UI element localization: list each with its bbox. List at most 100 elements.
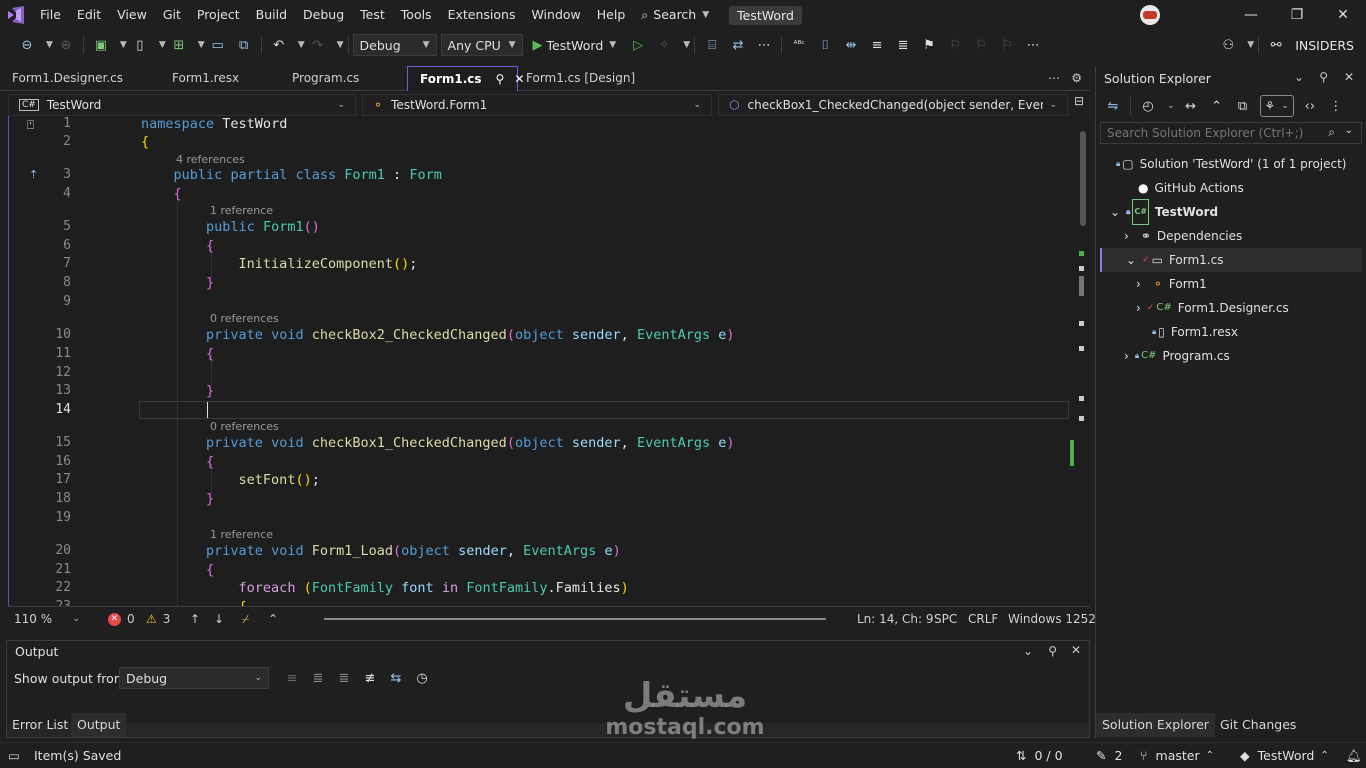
menu-extensions[interactable]: Extensions (440, 0, 524, 30)
codelens-references[interactable]: 0 references (210, 312, 279, 325)
chevron-down-icon[interactable]: ▼ (337, 40, 344, 50)
navigate-forward-button[interactable]: ⊕ (54, 34, 78, 56)
chevron-right-icon[interactable]: › (1136, 296, 1141, 320)
visual-studio-logo-icon[interactable] (0, 0, 32, 30)
previous-issue-button[interactable]: ↑ (190, 607, 200, 631)
collapse-all-button[interactable]: ⌃ (1205, 95, 1229, 117)
tree-item-form1-cs[interactable]: ⌄ ✓ ▭ Form1.cs (1100, 248, 1362, 272)
save-all-button[interactable]: ⧉ (232, 34, 256, 56)
menu-debug[interactable]: Debug (295, 0, 352, 30)
panel-dropdown-icon[interactable]: ⌄ (1294, 70, 1304, 84)
warning-count[interactable]: ⚠ 3 (146, 607, 170, 631)
timestamp-button[interactable]: ◷ (410, 667, 434, 689)
start-without-debugging-button[interactable]: ▷ (626, 34, 650, 56)
menu-build[interactable]: Build (248, 0, 295, 30)
codelens-references[interactable]: 4 references (176, 153, 245, 166)
settings-gear-icon[interactable]: ⚙ (1071, 66, 1082, 91)
word-wrap-button[interactable]: ⇆ (384, 667, 408, 689)
solution-platform-select[interactable]: Any CPU ▼ (440, 34, 523, 56)
tab-program-cs[interactable]: Program.cs (280, 66, 371, 91)
menu-edit[interactable]: Edit (69, 0, 109, 30)
tree-item-project[interactable]: ⌄ 🔒︎ C# TestWord (1110, 199, 1218, 225)
notifications-icon[interactable]: 🔔︎ (1346, 743, 1362, 768)
output-toggle-icon[interactable]: ▭ (8, 743, 20, 768)
tab-form1-cs[interactable]: Form1.cs ⚲ ✕ (407, 66, 524, 92)
code-cleanup-button[interactable]: ⌿ (242, 607, 249, 631)
split-editor-icon[interactable]: ⊟ (1074, 94, 1084, 108)
minimize-button[interactable]: — (1228, 0, 1274, 30)
tab-output[interactable]: Output (71, 713, 127, 737)
copilot-button[interactable]: ⚇ (1216, 34, 1240, 56)
tree-item-form1-resx[interactable]: 🔒︎ ▯ Form1.resx (1152, 320, 1238, 344)
member-select[interactable]: ⬡ checkBox1_CheckedChanged(object sender… (718, 94, 1068, 116)
codelens-references[interactable]: 1 reference (210, 528, 273, 541)
chevron-right-icon[interactable]: › (1124, 224, 1129, 248)
prev-bookmark-button[interactable]: ⚐ (943, 34, 967, 56)
prev-message-button[interactable]: ≣ (306, 667, 330, 689)
chevron-down-icon[interactable]: ⌄ (1345, 125, 1353, 136)
tab-git-changes[interactable]: Git Changes (1214, 713, 1302, 737)
format-button[interactable]: ⇹ (839, 34, 863, 56)
horizontal-scrollbar[interactable] (324, 618, 826, 620)
start-debugging-button[interactable]: ▶ TestWord ▼ (529, 34, 621, 56)
new-project-button[interactable]: ▣ (89, 34, 113, 56)
search-button[interactable]: ⌕ Search ▼ (633, 0, 717, 30)
tab-error-list[interactable]: Error List (6, 713, 74, 737)
tab-form1-resx[interactable]: Form1.resx (160, 66, 251, 91)
close-window-button[interactable]: ✕ (1320, 0, 1366, 30)
new-file-button[interactable]: ▯ (128, 34, 152, 56)
menu-git[interactable]: Git (155, 0, 189, 30)
menu-test[interactable]: Test (352, 0, 393, 30)
code-editor[interactable]: ⍞ ⇡ 123456789101112131415161718192021222… (8, 116, 1090, 606)
pending-changes-filter-button[interactable]: ◴ (1136, 95, 1160, 117)
comment-button[interactable]: ⌷ (813, 34, 837, 56)
se-overflow-button[interactable]: ⋮ (1324, 95, 1348, 117)
next-issue-button[interactable]: ↓ (214, 607, 224, 631)
live-share-button[interactable]: ⇄ (726, 34, 750, 56)
chevron-down-icon[interactable]: ⌄ (1167, 101, 1175, 111)
vertical-scrollbar[interactable] (1076, 116, 1090, 606)
next-message-button[interactable]: ≣ (332, 667, 356, 689)
tab-form1-designer-cs[interactable]: Form1.Designer.cs (0, 66, 135, 91)
redo-button[interactable]: ↷ (306, 34, 330, 56)
tab-solution-explorer[interactable]: Solution Explorer (1096, 713, 1215, 737)
restore-button[interactable]: ❐ (1274, 0, 1320, 30)
chevron-down-icon[interactable]: ⌄ (1110, 200, 1120, 224)
codelens-references[interactable]: 1 reference (210, 204, 273, 217)
next-bookmark-button[interactable]: ⚐ (969, 34, 993, 56)
file-encoding[interactable]: Windows 1252 (1008, 607, 1096, 631)
bookmark-button[interactable]: ⚑ (917, 34, 941, 56)
add-item-button[interactable]: ⊞ (167, 34, 191, 56)
menu-help[interactable]: Help (589, 0, 634, 30)
repository-status[interactable]: ◆ TestWord ⌃ (1240, 743, 1329, 768)
panel-close-icon[interactable]: ✕ (1344, 70, 1354, 84)
codelens-references[interactable]: 0 references (210, 420, 279, 433)
tab-overflow-icon[interactable]: ⋯ (1048, 66, 1060, 91)
output-source-select[interactable]: Debug ⌄ (119, 667, 269, 689)
branch-status[interactable]: ⑂ master ⌃ (1140, 743, 1214, 768)
menu-view[interactable]: View (109, 0, 155, 30)
panel-pin-icon[interactable]: ⚲ (1048, 644, 1057, 658)
menu-window[interactable]: Window (523, 0, 588, 30)
menu-file[interactable]: File (32, 0, 69, 30)
scrollbar-thumb[interactable] (1080, 131, 1086, 226)
search-icon[interactable]: ⌕ (1328, 125, 1335, 140)
pin-icon[interactable]: ⚲ (496, 67, 505, 92)
chevron-down-icon[interactable]: ▼ (120, 40, 127, 50)
browse-folder-button[interactable]: ⌸ (700, 34, 724, 56)
chevron-down-icon[interactable]: ▼ (46, 40, 53, 50)
view-code-button[interactable]: ‹› (1298, 95, 1322, 117)
switch-views-button[interactable]: ⇋ (1101, 95, 1125, 117)
tree-item-form1-class[interactable]: › ⚬ Form1 (1136, 272, 1207, 296)
show-all-files-button[interactable]: ⧉ (1231, 95, 1255, 117)
sync-active-document-button[interactable]: ↔ (1179, 95, 1203, 117)
chevron-right-icon[interactable]: › (1124, 344, 1129, 368)
pending-changes-status[interactable]: ✎ 2 (1096, 743, 1122, 768)
outdent-button[interactable]: ≡ (865, 34, 889, 56)
tab-form1-cs-design[interactable]: Form1.cs [Design] (514, 66, 647, 91)
indentation-mode[interactable]: SPC (934, 607, 957, 631)
solution-search-box[interactable]: ⌕ ⌄ (1100, 122, 1362, 144)
chevron-down-icon[interactable]: ▼ (298, 40, 305, 50)
chevron-down-icon[interactable]: ▼ (159, 40, 166, 50)
live-share-user-button[interactable]: ⚯ (1264, 34, 1288, 56)
